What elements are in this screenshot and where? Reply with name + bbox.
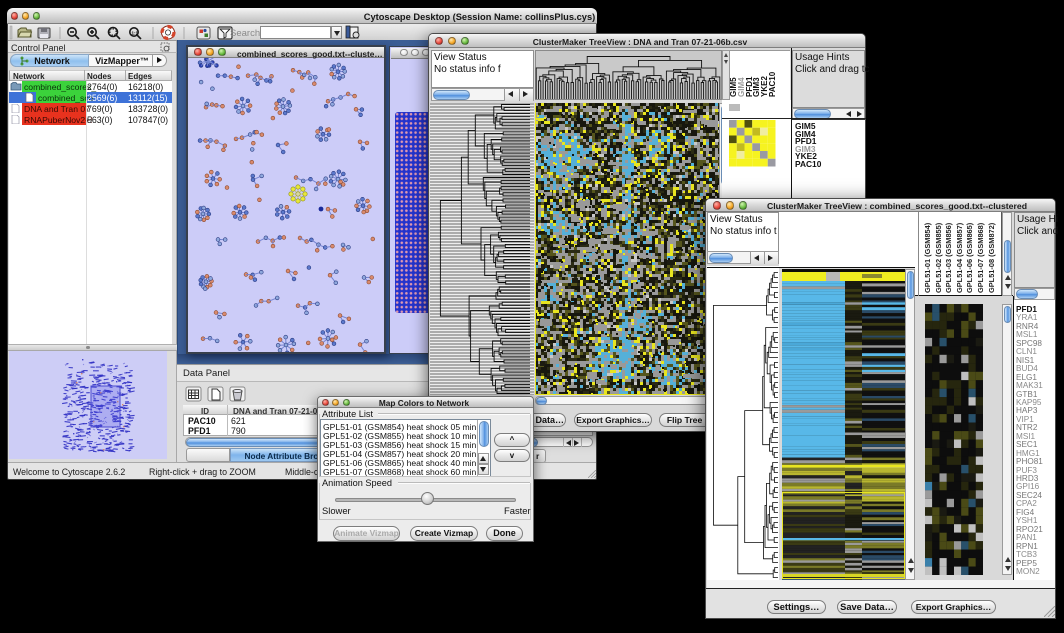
svg-text:1:1: 1:1 bbox=[132, 31, 139, 36]
svg-text:Search:: Search: bbox=[230, 28, 263, 39]
